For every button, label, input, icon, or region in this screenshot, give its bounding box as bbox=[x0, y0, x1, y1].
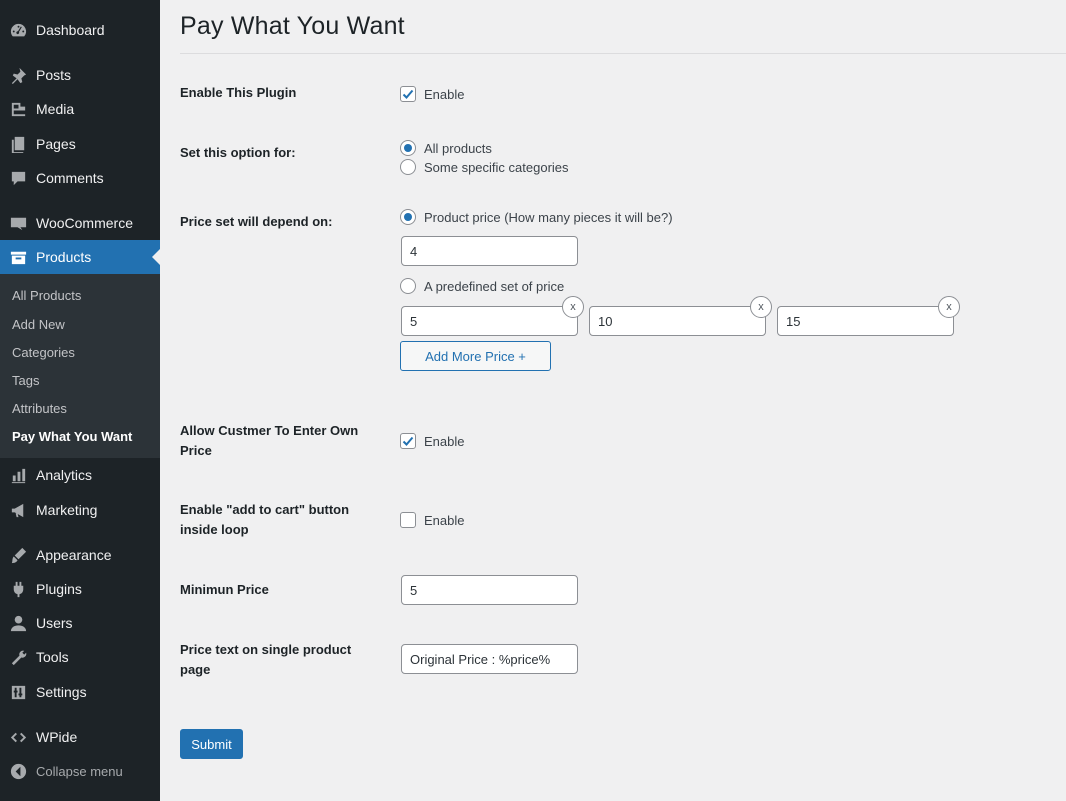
remove-price-button-1[interactable]: x bbox=[562, 296, 584, 318]
menu-item-marketing[interactable]: Marketing bbox=[0, 493, 160, 527]
radio-label: Product price (How many pieces it will b… bbox=[424, 209, 673, 225]
title-divider bbox=[180, 53, 1066, 54]
menu-label: Pages bbox=[36, 136, 76, 152]
menu-item-users[interactable]: Users bbox=[0, 606, 160, 640]
menu-label: Products bbox=[36, 249, 92, 265]
enable-plugin-checkbox[interactable] bbox=[400, 86, 416, 102]
menu-item-comments[interactable]: Comments bbox=[0, 161, 160, 195]
add-more-price-button[interactable]: Add More Price + bbox=[400, 341, 551, 371]
media-icon bbox=[0, 100, 36, 119]
pages-icon bbox=[0, 135, 36, 154]
specific-categories-option[interactable]: Some specific categories bbox=[400, 159, 569, 175]
megaphone-icon bbox=[0, 501, 36, 520]
menu-item-products[interactable]: Products bbox=[0, 240, 160, 274]
add-to-cart-loop-label: Enable "add to cart" button inside loop bbox=[180, 502, 350, 537]
specific-categories-radio[interactable] bbox=[400, 159, 416, 175]
collapse-icon bbox=[0, 762, 36, 781]
set-option-for-label: Set this option for: bbox=[180, 145, 296, 160]
menu-item-appearance[interactable]: Appearance bbox=[0, 538, 160, 572]
checkbox-label: Enable bbox=[424, 86, 465, 102]
submenu-all-products[interactable]: All Products bbox=[12, 288, 81, 303]
menu-label: Posts bbox=[36, 67, 72, 83]
minimum-price-input[interactable]: 5 bbox=[401, 575, 578, 605]
menu-label: Media bbox=[36, 101, 75, 117]
pieces-input[interactable]: 4 bbox=[401, 236, 578, 266]
pin-icon bbox=[0, 66, 36, 85]
submenu-attributes[interactable]: Attributes bbox=[12, 401, 67, 416]
admin-sidebar: Dashboard Posts Media Pages Comments Woo… bbox=[0, 0, 160, 801]
menu-item-pages[interactable]: Pages bbox=[0, 127, 160, 161]
menu-label: Appearance bbox=[36, 547, 112, 563]
allow-own-price-option[interactable]: Enable bbox=[400, 433, 464, 449]
menu-label: Comments bbox=[36, 170, 104, 186]
remove-price-button-2[interactable]: x bbox=[750, 296, 772, 318]
menu-label: Marketing bbox=[36, 502, 98, 518]
menu-item-plugins[interactable]: Plugins bbox=[0, 572, 160, 606]
main-content: Pay What You Want Enable This Plugin Ena… bbox=[160, 0, 1066, 801]
settings-icon bbox=[0, 683, 36, 702]
radio-label: Some specific categories bbox=[424, 159, 569, 175]
price-text-label: Price text on single product page bbox=[180, 642, 352, 677]
menu-item-settings[interactable]: Settings bbox=[0, 675, 160, 709]
menu-item-dashboard[interactable]: Dashboard bbox=[0, 13, 160, 47]
products-submenu: All Products Add New Categories Tags Att… bbox=[0, 274, 160, 458]
predefined-price-input-3[interactable]: 15 bbox=[777, 306, 954, 336]
menu-item-woocommerce[interactable]: WooCommerce bbox=[0, 206, 160, 240]
bar-chart-icon bbox=[0, 466, 36, 485]
menu-item-tools[interactable]: Tools bbox=[0, 640, 160, 674]
submit-button[interactable]: Submit bbox=[180, 729, 243, 759]
menu-label: Settings bbox=[36, 684, 87, 700]
allow-own-price-checkbox[interactable] bbox=[400, 433, 416, 449]
menu-label: Plugins bbox=[36, 581, 82, 597]
product-price-option[interactable]: Product price (How many pieces it will b… bbox=[400, 209, 673, 225]
menu-item-media[interactable]: Media bbox=[0, 92, 160, 126]
menu-item-analytics[interactable]: Analytics bbox=[0, 458, 160, 492]
product-price-radio[interactable] bbox=[400, 209, 416, 225]
price-depend-label: Price set will depend on: bbox=[180, 214, 333, 229]
predefined-price-input-1[interactable]: 5 bbox=[401, 306, 578, 336]
menu-label: WPide bbox=[36, 729, 78, 745]
minimum-price-label: Minimun Price bbox=[180, 582, 269, 597]
plugin-icon bbox=[0, 580, 36, 599]
all-products-option[interactable]: All products bbox=[400, 140, 492, 156]
submenu-tags[interactable]: Tags bbox=[12, 373, 39, 388]
radio-label: A predefined set of price bbox=[424, 278, 565, 294]
allow-own-price-label: Allow Custmer To Enter Own Price bbox=[180, 423, 359, 458]
enable-plugin-option[interactable]: Enable bbox=[400, 86, 464, 102]
menu-label: Collapse menu bbox=[36, 763, 123, 779]
submenu-add-new[interactable]: Add New bbox=[12, 317, 65, 332]
predefined-price-input-2[interactable]: 10 bbox=[589, 306, 766, 336]
comment-icon bbox=[0, 169, 36, 188]
paintbrush-icon bbox=[0, 546, 36, 565]
price-text-input[interactable]: Original Price : %price% bbox=[401, 644, 578, 674]
woo-icon bbox=[0, 214, 36, 233]
menu-item-posts[interactable]: Posts bbox=[0, 58, 160, 92]
menu-label: Analytics bbox=[36, 467, 93, 483]
wrench-icon bbox=[0, 648, 36, 667]
submenu-categories[interactable]: Categories bbox=[12, 345, 75, 360]
menu-label: Users bbox=[36, 615, 73, 631]
collapse-menu-button[interactable]: Collapse menu bbox=[0, 754, 160, 788]
predefined-price-radio[interactable] bbox=[400, 278, 416, 294]
dashboard-icon bbox=[0, 21, 36, 40]
all-products-radio[interactable] bbox=[400, 140, 416, 156]
add-to-cart-loop-option[interactable]: Enable bbox=[400, 512, 464, 528]
submenu-pay-what-you-want[interactable]: Pay What You Want bbox=[12, 429, 132, 444]
page-title: Pay What You Want bbox=[180, 12, 405, 40]
archive-icon bbox=[0, 248, 36, 267]
remove-price-button-3[interactable]: x bbox=[938, 296, 960, 318]
predefined-price-option[interactable]: A predefined set of price bbox=[400, 278, 564, 294]
checkbox-label: Enable bbox=[424, 433, 465, 449]
menu-item-wpide[interactable]: WPide bbox=[0, 720, 160, 754]
checkbox-label: Enable bbox=[424, 512, 465, 528]
user-icon bbox=[0, 614, 36, 633]
code-icon bbox=[0, 728, 36, 747]
menu-label: Dashboard bbox=[36, 22, 105, 38]
menu-label: Tools bbox=[36, 649, 69, 665]
add-to-cart-loop-checkbox[interactable] bbox=[400, 512, 416, 528]
enable-plugin-label: Enable This Plugin bbox=[180, 85, 297, 100]
menu-label: WooCommerce bbox=[36, 215, 133, 231]
radio-label: All products bbox=[424, 140, 492, 156]
